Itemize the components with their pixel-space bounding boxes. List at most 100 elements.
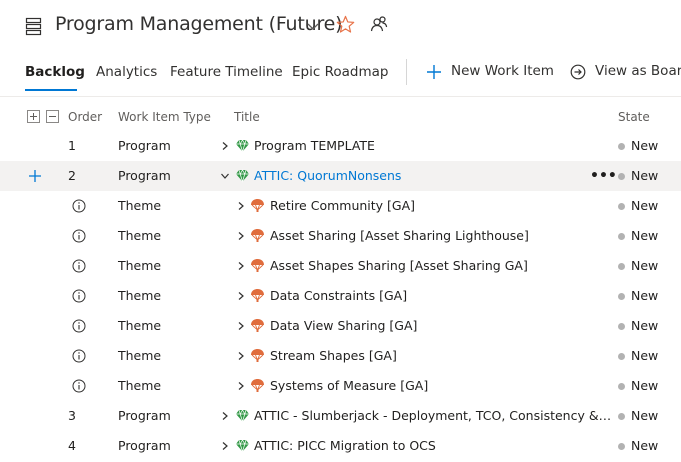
gem-icon <box>236 409 249 423</box>
page-header: Program Management (Future) <box>0 0 681 54</box>
row-title[interactable]: Systems of Measure [GA] <box>270 378 600 393</box>
column-header-state[interactable]: State <box>618 110 650 124</box>
table-row[interactable]: Theme Systems of Measure [GA] New <box>0 371 681 401</box>
tab-backlog[interactable]: Backlog <box>25 64 85 80</box>
toolbar-separator <box>406 59 407 85</box>
row-title[interactable]: ATTIC: QuorumNonsens <box>254 168 574 183</box>
chevron-right-icon[interactable] <box>236 351 246 361</box>
parachute-icon <box>251 349 264 362</box>
column-header-order[interactable]: Order <box>68 110 102 124</box>
row-title[interactable]: Retire Community [GA] <box>270 198 600 213</box>
row-state: New <box>631 168 659 183</box>
row-order: 4 <box>68 438 76 453</box>
more-actions-icon[interactable]: ••• <box>590 168 617 184</box>
row-order: 1 <box>68 138 76 153</box>
row-title[interactable]: ATTIC: PICC Migration to OCS <box>254 438 594 453</box>
row-work-item-type: Theme <box>118 198 162 213</box>
row-order: 3 <box>68 408 76 423</box>
table-row[interactable]: 2 Program ATTIC: QuorumNonsens ••• New <box>0 161 681 191</box>
table-row[interactable]: Theme Asset Sharing [Asset Sharing Light… <box>0 221 681 251</box>
row-state: New <box>631 378 659 393</box>
row-work-item-type: Program <box>118 138 171 153</box>
column-header-title[interactable]: Title <box>234 110 260 124</box>
table-row[interactable]: Theme Data View Sharing [GA] New <box>0 311 681 341</box>
parachute-icon <box>251 259 264 272</box>
parachute-icon <box>251 229 264 242</box>
column-header-work-item-type[interactable]: Work Item Type <box>118 110 211 124</box>
row-work-item-type: Theme <box>118 318 162 333</box>
collapse-all-button[interactable] <box>46 110 59 123</box>
chevron-right-icon[interactable] <box>236 321 246 331</box>
table-row[interactable]: 4 Program ATTIC: PICC Migration to OCS N… <box>0 431 681 461</box>
star-icon[interactable] <box>336 15 355 34</box>
table-row[interactable]: 3 Program ATTIC - Slumberjack - Deployme… <box>0 401 681 431</box>
row-title[interactable]: Data View Sharing [GA] <box>270 318 600 333</box>
tab-feature-timeline[interactable]: Feature Timeline <box>170 64 283 80</box>
new-work-item-button[interactable]: New Work Item <box>426 62 556 84</box>
page-title: Program Management (Future) <box>55 13 343 35</box>
chevron-right-icon[interactable] <box>236 201 246 211</box>
state-indicator <box>618 173 625 180</box>
view-as-board-button[interactable]: View as Board <box>570 62 681 84</box>
chevron-right-icon[interactable] <box>220 141 230 151</box>
chevron-down-icon[interactable] <box>306 19 320 33</box>
new-work-item-label: New Work Item <box>451 63 554 79</box>
info-icon[interactable] <box>72 199 86 213</box>
state-indicator <box>618 443 625 450</box>
plus-icon[interactable] <box>28 169 42 183</box>
row-title[interactable]: Asset Shapes Sharing [Asset Sharing GA] <box>270 258 600 273</box>
parachute-icon <box>251 319 264 332</box>
gem-icon <box>236 169 249 183</box>
chevron-right-icon[interactable] <box>236 381 246 391</box>
state-indicator <box>618 143 625 150</box>
info-icon[interactable] <box>72 229 86 243</box>
people-icon[interactable] <box>370 15 388 33</box>
row-state: New <box>631 408 659 423</box>
table-row[interactable]: Theme Stream Shapes [GA] New <box>0 341 681 371</box>
row-work-item-type: Theme <box>118 288 162 303</box>
row-title[interactable]: Asset Sharing [Asset Sharing Lighthouse] <box>270 228 600 243</box>
row-title[interactable]: Data Constraints [GA] <box>270 288 600 303</box>
state-indicator <box>618 323 625 330</box>
info-icon[interactable] <box>72 349 86 363</box>
chevron-right-icon[interactable] <box>236 291 246 301</box>
chevron-right-icon[interactable] <box>220 441 230 451</box>
row-state: New <box>631 318 659 333</box>
table-row[interactable]: Theme Data Constraints [GA] New <box>0 281 681 311</box>
header-divider <box>0 96 681 97</box>
state-indicator <box>618 353 625 360</box>
view-as-board-label: View as Board <box>595 63 681 79</box>
table-row[interactable]: 1 Program Program TEMPLATE New <box>0 131 681 161</box>
tab-analytics[interactable]: Analytics <box>96 64 157 80</box>
row-work-item-type: Theme <box>118 258 162 273</box>
info-icon[interactable] <box>72 289 86 303</box>
row-title[interactable]: ATTIC - Slumberjack - Deployment, TCO, C… <box>254 408 612 423</box>
state-indicator <box>618 293 625 300</box>
row-state: New <box>631 288 659 303</box>
state-indicator <box>618 233 625 240</box>
row-title[interactable]: Stream Shapes [GA] <box>270 348 600 363</box>
info-icon[interactable] <box>72 259 86 273</box>
chevron-right-icon[interactable] <box>236 261 246 271</box>
chevron-down-icon[interactable] <box>220 171 230 181</box>
tab-epic-roadmap[interactable]: Epic Roadmap <box>292 64 388 80</box>
row-work-item-type: Program <box>118 438 171 453</box>
row-order: 2 <box>68 168 76 183</box>
expand-all-button[interactable] <box>27 110 40 123</box>
row-work-item-type: Theme <box>118 378 162 393</box>
row-state: New <box>631 438 659 453</box>
state-indicator <box>618 413 625 420</box>
info-icon[interactable] <box>72 379 86 393</box>
table-row[interactable]: Theme Retire Community [GA] New <box>0 191 681 221</box>
row-state: New <box>631 198 659 213</box>
gem-icon <box>236 439 249 453</box>
row-title[interactable]: Program TEMPLATE <box>254 138 594 153</box>
chevron-right-icon[interactable] <box>236 231 246 241</box>
parachute-icon <box>251 289 264 302</box>
chevron-right-icon[interactable] <box>220 411 230 421</box>
row-work-item-type: Program <box>118 408 171 423</box>
table-row[interactable]: Theme Asset Shapes Sharing [Asset Sharin… <box>0 251 681 281</box>
parachute-icon <box>251 379 264 392</box>
info-icon[interactable] <box>72 319 86 333</box>
state-indicator <box>618 203 625 210</box>
